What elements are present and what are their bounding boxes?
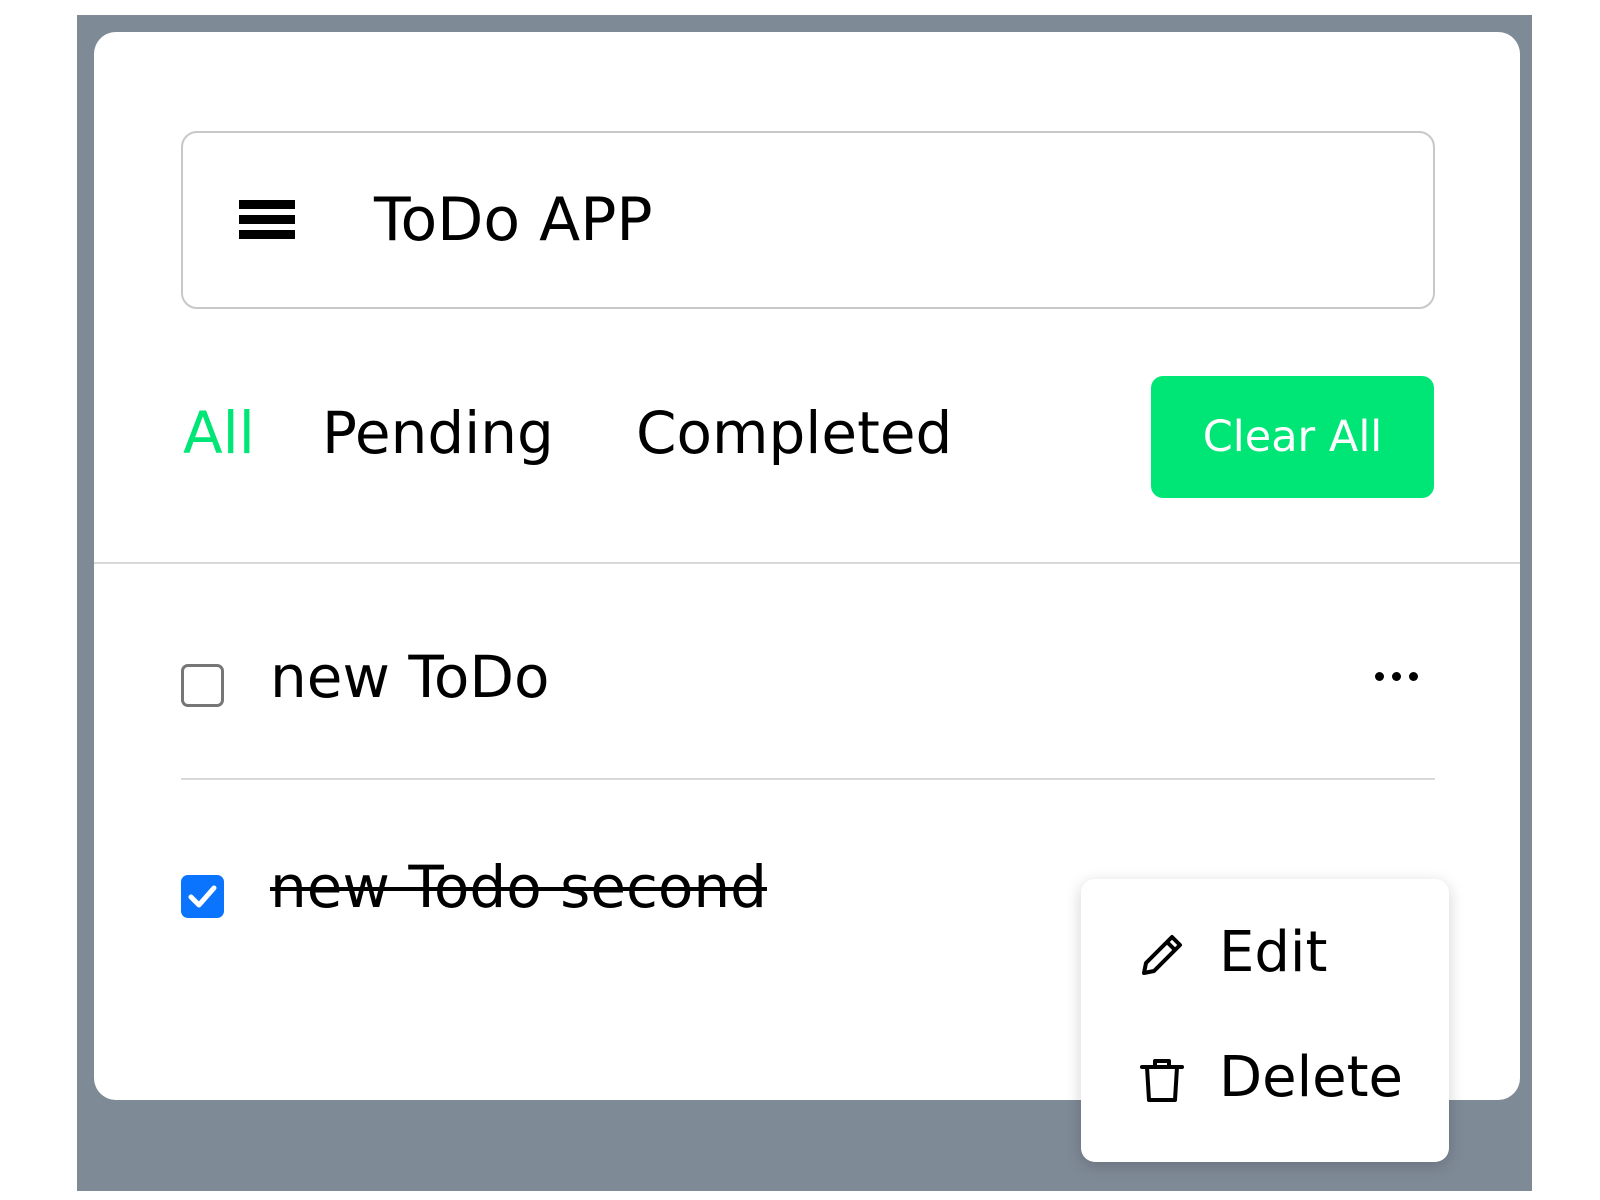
header-divider [94,562,1520,564]
task-context-menu: Edit Delete [1081,879,1449,1162]
task-checkbox-checked[interactable] [181,875,224,918]
task-checkbox[interactable] [181,664,224,707]
tab-all[interactable]: All [183,398,255,468]
menu-item-label: Edit [1219,920,1328,985]
menu-item-label: Delete [1219,1045,1403,1110]
task-text: new ToDo [270,643,550,711]
task-text-completed: new Todo second [270,853,767,921]
checkmark-icon [188,885,217,908]
app-header [181,131,1435,309]
tab-completed[interactable]: Completed [636,398,952,468]
tab-pending[interactable]: Pending [322,398,554,468]
more-options-icon[interactable] [1375,663,1427,689]
app-title: ToDo APP [374,185,653,255]
hamburger-menu-icon[interactable] [239,200,297,242]
trash-icon [1140,1059,1184,1102]
task-divider [181,778,1435,780]
menu-item-delete[interactable]: Delete [1081,1026,1449,1136]
clear-all-button[interactable]: Clear All [1151,376,1434,498]
pencil-icon [1142,935,1182,975]
menu-item-edit[interactable]: Edit [1081,901,1449,1011]
